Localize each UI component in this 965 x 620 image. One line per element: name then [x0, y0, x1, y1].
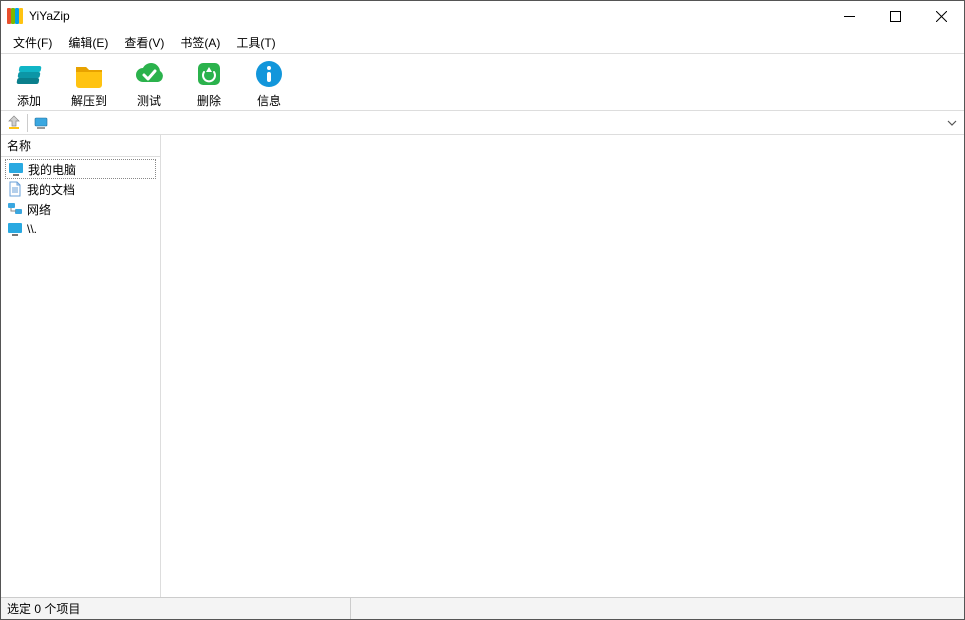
- list-item[interactable]: 我的电脑: [5, 159, 156, 179]
- info-icon: [253, 58, 285, 90]
- menubar: 文件(F) 编辑(E) 查看(V) 书签(A) 工具(T): [1, 31, 964, 53]
- info-label: 信息: [257, 92, 281, 109]
- recycle-icon: [193, 58, 225, 90]
- close-icon: [936, 11, 947, 22]
- file-list-pane: 名称 我的电脑 我的文档 网络: [1, 135, 161, 597]
- computer-icon: [32, 114, 50, 132]
- list-item-label: 我的电脑: [28, 161, 76, 178]
- extract-label: 解压到: [71, 92, 107, 109]
- info-button[interactable]: 信息: [247, 58, 291, 109]
- addressbar: [1, 111, 964, 135]
- window-title: YiYaZip: [29, 9, 70, 23]
- minimize-icon: [844, 11, 855, 22]
- delete-label: 删除: [197, 92, 221, 109]
- up-icon[interactable]: [5, 114, 23, 132]
- content-area: 名称 我的电脑 我的文档 网络: [1, 135, 964, 597]
- menu-tools[interactable]: 工具(T): [228, 32, 283, 53]
- titlebar: YiYaZip: [1, 1, 964, 31]
- menu-bookmark[interactable]: 书签(A): [172, 32, 228, 53]
- add-button[interactable]: 添加: [7, 58, 51, 109]
- app-icon: [7, 8, 23, 24]
- window-controls: [826, 1, 964, 31]
- toolbar: 添加 解压到 测试 删除 信息: [1, 53, 964, 111]
- folder-icon: [73, 58, 105, 90]
- address-input[interactable]: [54, 113, 940, 133]
- column-header-name[interactable]: 名称: [1, 135, 160, 157]
- address-dropdown[interactable]: [944, 118, 960, 128]
- status-selected: 选定 0 个项目: [1, 598, 351, 619]
- statusbar: 选定 0 个项目: [1, 597, 964, 619]
- books-icon: [13, 58, 45, 90]
- status-empty: [351, 598, 964, 619]
- cloud-check-icon: [133, 58, 165, 90]
- list-item-label: 网络: [27, 201, 51, 218]
- chevron-down-icon: [947, 118, 957, 128]
- minimize-button[interactable]: [826, 1, 872, 31]
- list-item-label: 我的文档: [27, 181, 75, 198]
- screen-icon: [7, 221, 23, 237]
- detail-pane: [161, 135, 964, 597]
- document-icon: [7, 181, 23, 197]
- maximize-icon: [890, 11, 901, 22]
- maximize-button[interactable]: [872, 1, 918, 31]
- delete-button[interactable]: 删除: [187, 58, 231, 109]
- list-item-label: \\.: [27, 222, 37, 236]
- list-body: 我的电脑 我的文档 网络 \\.: [1, 157, 160, 597]
- menu-edit[interactable]: 编辑(E): [60, 32, 116, 53]
- addr-separator: [27, 114, 28, 132]
- list-item[interactable]: 我的文档: [5, 179, 156, 199]
- menu-file[interactable]: 文件(F): [5, 32, 60, 53]
- add-label: 添加: [17, 92, 41, 109]
- close-button[interactable]: [918, 1, 964, 31]
- network-icon: [7, 201, 23, 217]
- menu-view[interactable]: 查看(V): [116, 32, 172, 53]
- test-button[interactable]: 测试: [127, 58, 171, 109]
- list-item[interactable]: 网络: [5, 199, 156, 219]
- monitor-icon: [8, 161, 24, 177]
- extract-button[interactable]: 解压到: [67, 58, 111, 109]
- list-item[interactable]: \\.: [5, 219, 156, 239]
- test-label: 测试: [137, 92, 161, 109]
